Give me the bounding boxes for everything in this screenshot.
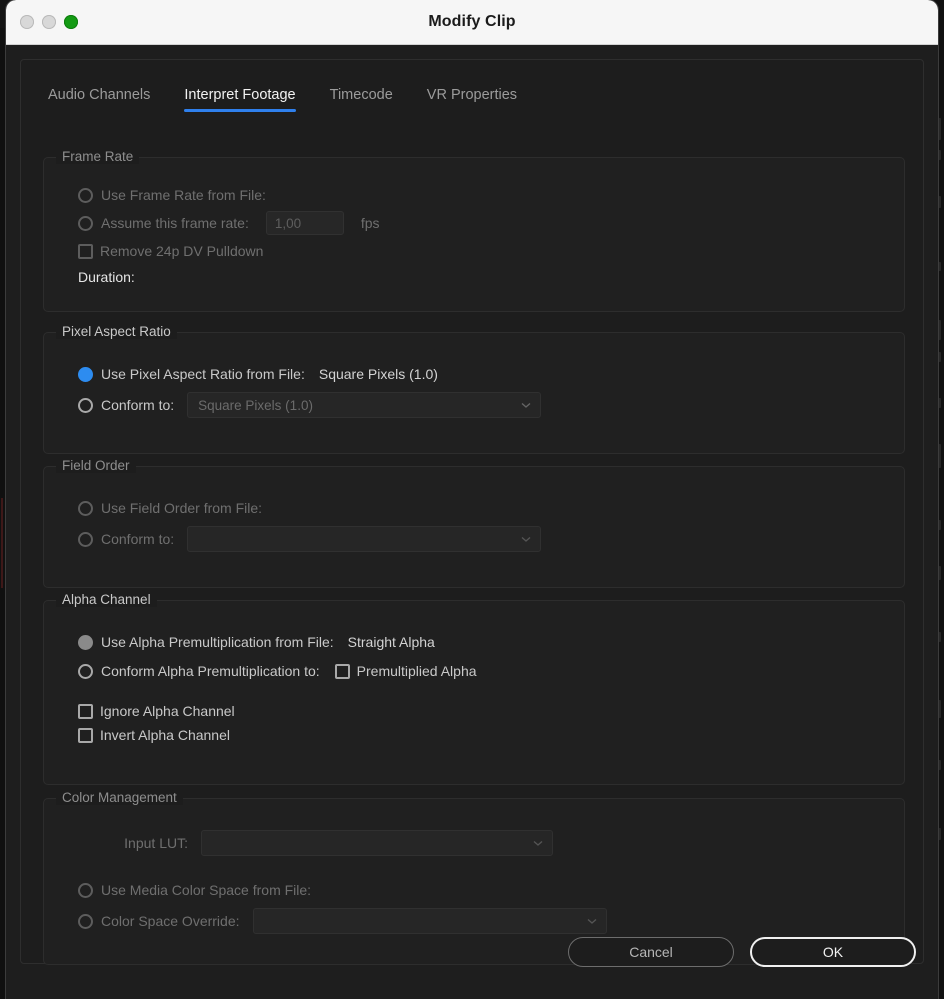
conform-alpha-premultiplication-row[interactable]: Conform Alpha Premultiplication to: Prem…	[78, 657, 477, 685]
input-lut-row[interactable]: Input LUT:	[78, 829, 598, 857]
field-order-group: Field Order Use Field Order from File: C…	[43, 458, 905, 588]
use-par-from-file-value: Square Pixels (1.0)	[318, 366, 438, 382]
conform-alpha-premultiplication-radio[interactable]	[78, 663, 93, 679]
assume-frame-rate-row[interactable]: Assume this frame rate: 1,00 fps	[78, 209, 380, 237]
input-lut-label: Input LUT:	[124, 835, 188, 851]
use-media-color-space-label: Use Media Color Space from File:	[101, 882, 312, 898]
conform-field-order-label: Conform to:	[101, 531, 175, 547]
invert-alpha-channel-label: Invert Alpha Channel	[100, 727, 230, 743]
premultiplied-alpha-checkbox[interactable]	[334, 663, 350, 679]
conform-par-select[interactable]: Square Pixels (1.0)	[187, 392, 542, 418]
chevron-down-icon	[532, 837, 544, 849]
conform-field-order-select[interactable]	[187, 526, 542, 552]
premultiplied-alpha-label: Premultiplied Alpha	[356, 663, 477, 679]
ignore-alpha-channel-checkbox[interactable]	[78, 703, 93, 719]
use-alpha-premultiplication-value: Straight Alpha	[347, 634, 435, 650]
title-bar[interactable]: Modify Clip	[6, 0, 938, 45]
duration-label: Duration:	[78, 269, 135, 285]
frame-rate-group: Frame Rate Use Frame Rate from File: Ass…	[43, 149, 905, 312]
content-panel: Audio Channels Interpret Footage Timecod…	[20, 59, 924, 965]
assume-frame-rate-label: Assume this frame rate:	[101, 215, 249, 231]
background-marker	[1, 498, 3, 588]
ok-button[interactable]: OK	[750, 937, 916, 967]
remove-pulldown-row[interactable]: Remove 24p DV Pulldown	[78, 237, 263, 265]
pixel-aspect-ratio-legend: Pixel Aspect Ratio	[56, 324, 177, 339]
use-media-color-space-row[interactable]: Use Media Color Space from File:	[78, 876, 323, 904]
use-field-order-from-file-label: Use Field Order from File:	[101, 500, 263, 516]
use-frame-rate-from-file-row[interactable]: Use Frame Rate from File:	[78, 181, 276, 209]
use-field-order-from-file-row[interactable]: Use Field Order from File:	[78, 494, 276, 522]
chevron-down-icon	[520, 533, 532, 545]
modify-clip-dialog: Modify Clip Audio Channels Interpret Foo…	[6, 0, 938, 999]
color-management-legend: Color Management	[56, 790, 183, 805]
use-par-from-file-row[interactable]: Use Pixel Aspect Ratio from File: Square…	[78, 360, 438, 388]
use-alpha-premultiplication-row[interactable]: Use Alpha Premultiplication from File: S…	[78, 628, 435, 656]
invert-alpha-channel-row[interactable]: Invert Alpha Channel	[78, 721, 230, 749]
alpha-channel-legend: Alpha Channel	[56, 592, 157, 607]
ignore-alpha-channel-label: Ignore Alpha Channel	[100, 703, 235, 719]
input-lut-select[interactable]	[201, 830, 553, 856]
frame-rate-input[interactable]: 1,00	[265, 211, 344, 235]
dialog-body: Audio Channels Interpret Footage Timecod…	[6, 45, 938, 999]
fps-unit-label: fps	[360, 215, 380, 231]
use-par-from-file-radio[interactable]	[78, 366, 93, 382]
use-frame-rate-from-file-label: Use Frame Rate from File:	[101, 187, 266, 203]
conform-par-select-value: Square Pixels (1.0)	[198, 397, 313, 413]
conform-par-radio[interactable]	[78, 397, 93, 413]
tab-bar: Audio Channels Interpret Footage Timecod…	[21, 60, 923, 112]
cancel-button[interactable]: Cancel	[568, 937, 734, 967]
remove-24p-dv-pulldown-label: Remove 24p DV Pulldown	[100, 243, 264, 259]
use-frame-rate-from-file-radio[interactable]	[78, 187, 93, 203]
dialog-footer: Cancel OK	[6, 920, 938, 999]
conform-par-row[interactable]: Conform to: Square Pixels (1.0)	[78, 391, 578, 419]
use-media-color-space-radio[interactable]	[78, 882, 93, 898]
frame-rate-legend: Frame Rate	[56, 149, 140, 164]
use-field-order-from-file-radio[interactable]	[78, 500, 93, 516]
conform-alpha-premultiplication-label: Conform Alpha Premultiplication to:	[101, 663, 320, 679]
invert-alpha-channel-checkbox[interactable]	[78, 727, 93, 743]
use-alpha-premultiplication-label: Use Alpha Premultiplication from File:	[101, 634, 334, 650]
duration-row: Duration:	[78, 263, 145, 291]
alpha-channel-group: Alpha Channel Use Alpha Premultiplicatio…	[43, 592, 905, 785]
conform-par-label: Conform to:	[101, 397, 175, 413]
conform-field-order-row[interactable]: Conform to:	[78, 525, 578, 553]
chevron-down-icon	[520, 399, 532, 411]
conform-field-order-radio[interactable]	[78, 531, 93, 547]
use-alpha-premultiplication-radio[interactable]	[78, 634, 93, 650]
pixel-aspect-ratio-group: Pixel Aspect Ratio Use Pixel Aspect Rati…	[43, 324, 905, 454]
dialog-action-buttons: Cancel OK	[568, 937, 916, 967]
window-title: Modify Clip	[428, 13, 516, 30]
assume-frame-rate-radio[interactable]	[78, 215, 93, 231]
field-order-legend: Field Order	[56, 458, 136, 473]
tab-audio-channels[interactable]: Audio Channels	[48, 87, 150, 112]
tab-timecode[interactable]: Timecode	[330, 87, 393, 112]
use-par-from-file-label: Use Pixel Aspect Ratio from File:	[101, 366, 305, 382]
tab-vr-properties[interactable]: VR Properties	[427, 87, 517, 112]
remove-24p-dv-pulldown-checkbox[interactable]	[78, 243, 93, 259]
tab-interpret-footage[interactable]: Interpret Footage	[184, 87, 296, 112]
